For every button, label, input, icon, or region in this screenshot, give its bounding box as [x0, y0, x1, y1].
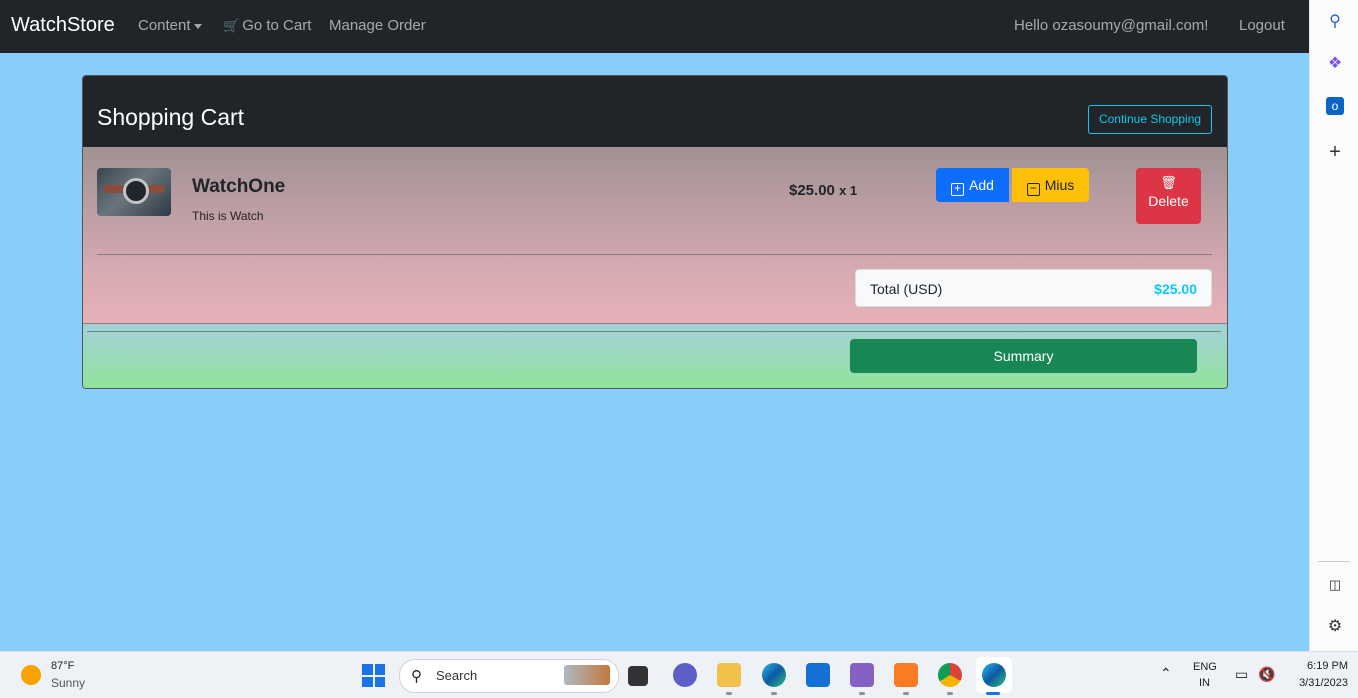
- edge-active-icon[interactable]: [982, 663, 1006, 687]
- visual-studio-icon[interactable]: [850, 663, 874, 687]
- teams-chat-icon[interactable]: [673, 663, 697, 687]
- content-dropdown-label: Content: [138, 17, 191, 34]
- summary-button[interactable]: Summary: [850, 339, 1197, 373]
- top-navbar: WatchStore Content 🛒 Go to Cart Manage Or…: [0, 0, 1309, 53]
- cart-footer: Summary: [83, 323, 1227, 388]
- price-value: $25.00: [789, 182, 835, 199]
- task-view-icon[interactable]: [628, 666, 648, 686]
- total-label: Total (USD): [870, 281, 943, 297]
- total-value: $25.00: [1154, 281, 1197, 297]
- minus-square-icon: −: [1026, 182, 1040, 196]
- minus-quantity-button[interactable]: − Mius: [1012, 168, 1089, 202]
- shopping-cart-card: Shopping Cart Continue Shopping WatchOne…: [82, 75, 1228, 389]
- product-name: WatchOne: [192, 176, 286, 197]
- manage-order-link[interactable]: Manage Order: [329, 17, 426, 34]
- add-label: Add: [969, 177, 994, 193]
- add-quantity-button[interactable]: + Add: [936, 168, 1009, 202]
- running-indicator: [903, 692, 909, 695]
- go-to-cart-label: Go to Cart: [242, 17, 312, 34]
- settings-icon[interactable]: ⚙: [1326, 618, 1344, 636]
- go-to-cart-link[interactable]: 🛒 Go to Cart: [223, 17, 311, 34]
- chrome-icon[interactable]: [938, 663, 962, 687]
- trash-icon: 🗑: [1160, 175, 1177, 190]
- footer-divider: [87, 331, 1221, 332]
- plus-square-icon: +: [951, 182, 965, 196]
- cart-body: WatchOne This is Watch $25.00 x 1 + Add −…: [83, 147, 1227, 323]
- active-window-indicator: [986, 692, 1000, 695]
- running-indicator: [947, 692, 953, 695]
- user-greeting[interactable]: Hello ozasoumy@gmail.com!: [1014, 17, 1208, 34]
- cart-header: Shopping Cart Continue Shopping: [83, 76, 1227, 147]
- weather-temperature[interactable]: 87°F: [51, 660, 74, 672]
- chevron-up-icon[interactable]: ⌃: [1160, 665, 1172, 682]
- brand-link[interactable]: WatchStore: [11, 14, 115, 37]
- clock-time[interactable]: 6:19 PM: [1300, 660, 1348, 672]
- input-region[interactable]: IN: [1199, 677, 1210, 689]
- search-icon[interactable]: ⚲: [1326, 13, 1344, 31]
- product-image: [97, 168, 171, 216]
- outlook-icon[interactable]: o: [1326, 97, 1344, 115]
- xampp-icon[interactable]: [894, 663, 918, 687]
- taskbar-search[interactable]: ⚲ Search: [399, 659, 619, 693]
- sun-icon[interactable]: [21, 665, 41, 685]
- product-description: This is Watch: [192, 209, 264, 223]
- divider: [97, 254, 1212, 255]
- copilot-icon[interactable]: ❖: [1326, 55, 1344, 73]
- logout-link[interactable]: Logout: [1239, 17, 1285, 34]
- quantity-text: x 1: [839, 183, 858, 198]
- delete-item-button[interactable]: 🗑 Delete: [1136, 168, 1201, 224]
- clock-date[interactable]: 3/31/2023: [1285, 677, 1348, 689]
- minus-label: Mius: [1044, 177, 1075, 193]
- language-indicator[interactable]: ENG: [1193, 661, 1217, 673]
- search-placeholder: Search: [436, 668, 478, 683]
- search-icon: ⚲: [411, 668, 422, 685]
- page-title: Shopping Cart: [97, 104, 245, 130]
- delete-label: Delete: [1148, 193, 1189, 209]
- content-dropdown[interactable]: Content: [138, 17, 202, 34]
- weather-condition[interactable]: Sunny: [51, 676, 85, 690]
- edge-icon[interactable]: [762, 663, 786, 687]
- browser-sidebar: ⚲ ❖ o + ◫ ⚙: [1309, 0, 1358, 651]
- running-indicator: [771, 692, 777, 695]
- running-indicator: [859, 692, 865, 695]
- store-icon[interactable]: [806, 663, 830, 687]
- sidebar-toggle-icon[interactable]: ◫: [1326, 576, 1344, 594]
- file-explorer-icon[interactable]: [717, 663, 741, 687]
- start-icon[interactable]: [362, 664, 385, 687]
- cart-icon: 🛒: [223, 18, 240, 33]
- running-indicator: [726, 692, 732, 695]
- continue-shopping-button[interactable]: Continue Shopping: [1088, 105, 1212, 134]
- sidebar-divider: [1318, 561, 1350, 562]
- product-price: $25.00 x 1: [789, 182, 857, 199]
- search-highlight-image: [564, 665, 610, 685]
- network-icon[interactable]: ▭: [1235, 666, 1248, 683]
- add-icon[interactable]: +: [1326, 142, 1344, 162]
- windows-taskbar: 87°F Sunny ⚲ Search ⌃ ENG IN ▭ 🔇 6:19 PM…: [0, 651, 1358, 698]
- total-box: Total (USD) $25.00: [855, 269, 1212, 307]
- caret-down-icon: [193, 23, 202, 29]
- volume-muted-icon[interactable]: 🔇: [1258, 666, 1275, 683]
